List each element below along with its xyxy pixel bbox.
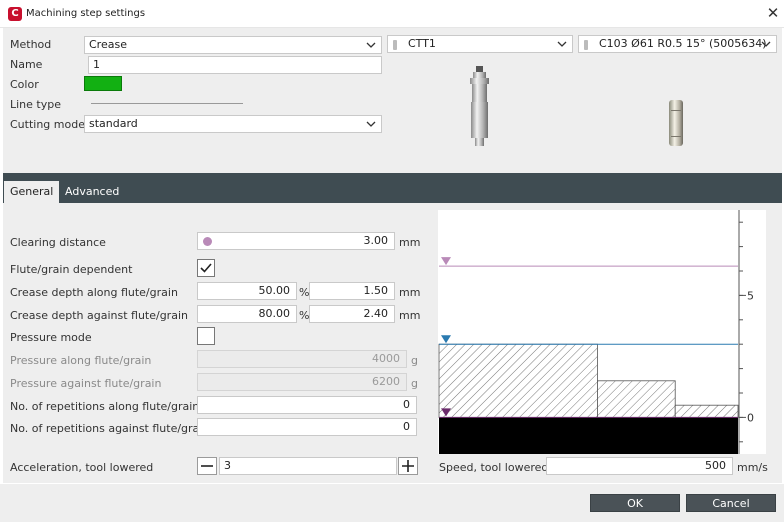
tool-image xyxy=(669,100,683,146)
line-type-sample[interactable] xyxy=(91,103,243,104)
percent-unit: % xyxy=(299,286,310,299)
window-title: Machining step settings xyxy=(26,8,146,19)
color-swatch[interactable] xyxy=(84,76,122,91)
clearing-distance-input[interactable]: 3.00 xyxy=(197,232,395,250)
name-label: Name xyxy=(10,58,43,71)
cutting-mode-value: standard xyxy=(89,117,138,130)
color-label: Color xyxy=(10,78,39,91)
chevron-down-icon xyxy=(366,42,376,48)
crease-depth-along-percent-input[interactable]: 50.00 xyxy=(197,282,297,300)
level-marker-icon xyxy=(441,335,451,344)
method-value: Crease xyxy=(89,38,127,51)
flute-dependent-label: Flute/grain dependent xyxy=(10,263,133,276)
chevron-down-icon xyxy=(761,41,771,47)
tool-select[interactable]: C103 Ø61 R0.5 15° (5005634) xyxy=(578,35,777,53)
cancel-button[interactable]: Cancel xyxy=(686,494,776,512)
y-axis-tick-label: 5 xyxy=(747,289,754,302)
percent-unit: % xyxy=(299,309,310,322)
dialog-footer: OK Cancel xyxy=(0,483,784,522)
speed-input[interactable]: 500 xyxy=(546,457,733,475)
crease-step-2 xyxy=(597,380,676,418)
pressure-mode-checkbox[interactable] xyxy=(197,327,215,345)
increment-button[interactable] xyxy=(398,457,418,475)
pressure-along-input: 4000 xyxy=(197,350,407,368)
crease-depth-against-label: Crease depth against flute/grain xyxy=(10,309,188,322)
crease-depth-against-mm-input[interactable]: 2.40 xyxy=(309,305,395,323)
clearing-distance-label: Clearing distance xyxy=(10,236,106,249)
repetitions-along-input[interactable]: 0 xyxy=(197,396,417,414)
crease-profile-chart: 50 xyxy=(438,210,766,454)
app-logo-icon: C xyxy=(8,7,22,21)
gram-unit: g xyxy=(411,354,418,367)
clearing-distance-unit: mm xyxy=(399,236,421,249)
ok-button[interactable]: OK xyxy=(590,494,680,512)
pressure-against-input: 6200 xyxy=(197,373,407,391)
mm-unit: mm xyxy=(399,286,421,299)
tool-holder-value: CTT1 xyxy=(408,37,436,50)
cutting-mode-select[interactable]: standard xyxy=(84,115,382,133)
repetitions-along-label: No. of repetitions along flute/grain xyxy=(10,400,200,413)
flute-dependent-checkbox[interactable] xyxy=(197,259,215,277)
acceleration-label: Acceleration, tool lowered xyxy=(10,461,154,474)
settings-panel: Method Crease CTT1 C103 Ø61 R0.5 15° (50… xyxy=(3,28,782,173)
crease-step-1 xyxy=(438,343,598,418)
chevron-down-icon xyxy=(366,121,376,127)
acceleration-input[interactable]: 3 xyxy=(219,457,397,475)
pressure-against-label: Pressure against flute/grain xyxy=(10,377,162,390)
clearing-level-marker-icon xyxy=(203,237,212,246)
line-type-label: Line type xyxy=(10,98,61,111)
crease-profile-svg: 50 xyxy=(438,210,754,454)
speed-unit: mm/s xyxy=(737,461,768,474)
tab-general[interactable]: General xyxy=(4,181,60,203)
decrement-button[interactable] xyxy=(197,457,217,475)
tab-strip: General Advanced xyxy=(3,173,782,203)
crease-depth-along-label: Crease depth along flute/grain xyxy=(10,286,178,299)
name-input[interactable]: 1 xyxy=(88,56,382,74)
crease-depth-along-mm-input[interactable]: 1.50 xyxy=(309,282,395,300)
tab-advanced[interactable]: Advanced xyxy=(59,181,125,203)
method-label: Method xyxy=(10,38,52,51)
mm-unit: mm xyxy=(399,309,421,322)
crease-step-3 xyxy=(674,404,739,418)
tool-icon xyxy=(584,40,588,50)
chevron-down-icon xyxy=(557,41,567,47)
repetitions-against-label: No. of repetitions against flute/grain xyxy=(10,422,210,435)
clearing-distance-value: 3.00 xyxy=(363,234,389,247)
plus-icon xyxy=(402,460,414,472)
tool-value: C103 Ø61 R0.5 15° (5005634) xyxy=(599,37,767,50)
crease-depth-against-percent-input[interactable]: 80.00 xyxy=(197,305,297,323)
tool-holder-image xyxy=(470,66,489,146)
repetitions-against-input[interactable]: 0 xyxy=(197,418,417,436)
minus-icon xyxy=(201,465,213,467)
title-bar: C Machining step settings ✕ xyxy=(0,0,784,28)
close-icon[interactable]: ✕ xyxy=(764,4,782,22)
tool-holder-icon xyxy=(393,40,397,50)
method-select[interactable]: Crease xyxy=(84,36,382,54)
y-axis-tick-label: 0 xyxy=(747,411,754,424)
speed-label: Speed, tool lowered xyxy=(439,461,549,474)
tool-holder-select[interactable]: CTT1 xyxy=(387,35,573,53)
pressure-mode-label: Pressure mode xyxy=(10,331,92,344)
check-icon xyxy=(200,263,212,273)
pressure-along-label: Pressure along flute/grain xyxy=(10,354,152,367)
level-marker-icon xyxy=(441,257,451,266)
material-block xyxy=(439,417,738,454)
gram-unit: g xyxy=(411,377,418,390)
cutting-mode-label: Cutting mode xyxy=(10,118,85,131)
